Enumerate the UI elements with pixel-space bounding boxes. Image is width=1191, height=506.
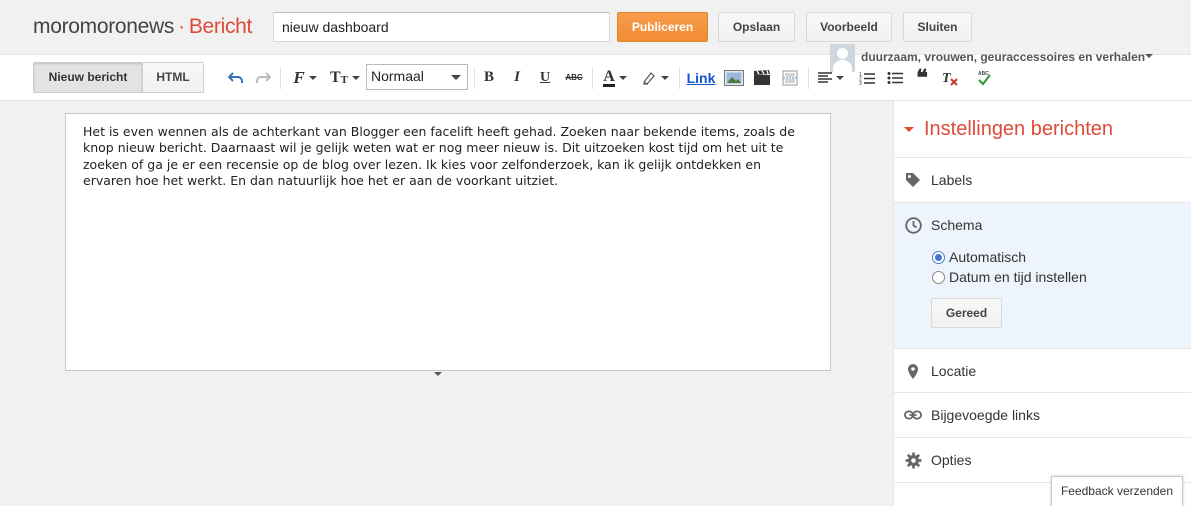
- settings-schedule-text: Schema: [931, 217, 983, 233]
- publish-button[interactable]: Publiceren: [617, 12, 708, 42]
- link-button[interactable]: Link: [686, 55, 716, 100]
- settings-schedule-header[interactable]: Schema: [894, 203, 1191, 247]
- send-feedback-button[interactable]: Feedback verzenden: [1051, 476, 1183, 506]
- gear-icon: [904, 451, 922, 469]
- resize-handle-icon[interactable]: [434, 372, 442, 376]
- paragraph-style-select[interactable]: Normaal: [366, 64, 468, 90]
- toolbar-separator: [808, 67, 809, 89]
- video-icon[interactable]: [751, 55, 773, 100]
- settings-labels[interactable]: Labels: [894, 157, 1191, 202]
- svg-text:3: 3: [859, 81, 862, 85]
- chevron-down-icon: [451, 75, 461, 80]
- clock-icon: [904, 216, 922, 234]
- post-editor[interactable]: Het is even wennen als de achterkant van…: [65, 113, 831, 371]
- strikethrough-icon[interactable]: ABC: [563, 55, 585, 100]
- jump-break-icon[interactable]: [779, 55, 801, 100]
- settings-labels-text: Labels: [931, 172, 973, 188]
- done-button[interactable]: Gereed: [931, 298, 1002, 328]
- collapse-triangle-icon: [904, 127, 914, 132]
- bold-icon[interactable]: B: [480, 55, 498, 100]
- mode-switch: Nieuw bericht HTML: [33, 62, 204, 93]
- schedule-custom-label: Datum en tijd instellen: [949, 269, 1087, 285]
- location-pin-icon: [904, 362, 922, 380]
- image-icon[interactable]: [723, 55, 745, 100]
- preview-button[interactable]: Voorbeeld: [806, 12, 892, 42]
- close-button[interactable]: Sluiten: [903, 12, 972, 42]
- page-name: Bericht: [188, 15, 253, 38]
- compose-mode-button[interactable]: Nieuw bericht: [34, 63, 142, 92]
- html-mode-button[interactable]: HTML: [142, 63, 203, 92]
- avatar[interactable]: [830, 44, 855, 72]
- post-settings-title-text: Instellingen berichten: [924, 118, 1114, 140]
- post-settings-panel: Instellingen berichten Labels Schema Aut…: [893, 101, 1191, 506]
- text-color-icon[interactable]: A: [599, 55, 631, 100]
- schedule-custom-radio[interactable]: [932, 270, 945, 284]
- undo-icon[interactable]: [226, 55, 246, 100]
- title-separator: ·: [178, 15, 185, 38]
- blog-name[interactable]: moromoronews: [33, 15, 174, 38]
- paragraph-style-value: Normaal: [371, 68, 424, 84]
- settings-location[interactable]: Locatie: [894, 348, 1191, 393]
- svg-text:T: T: [942, 71, 952, 86]
- font-family-icon[interactable]: F: [288, 55, 322, 100]
- settings-schedule: Schema Automatisch Datum en tijd instell…: [894, 202, 1191, 348]
- italic-icon[interactable]: I: [508, 55, 526, 100]
- settings-location-text: Locatie: [931, 363, 977, 379]
- toolbar-separator: [592, 67, 593, 89]
- highlight-icon[interactable]: [639, 55, 671, 100]
- link-chain-icon: [904, 406, 922, 424]
- post-title-input[interactable]: [273, 12, 610, 42]
- schedule-automatic-option[interactable]: Automatisch: [932, 247, 1191, 267]
- save-button[interactable]: Opslaan: [718, 12, 795, 42]
- post-body[interactable]: Het is even wennen als de achterkant van…: [66, 114, 830, 200]
- font-size-icon[interactable]: TT: [328, 55, 362, 100]
- post-settings-title[interactable]: Instellingen berichten: [904, 118, 1113, 141]
- underline-icon[interactable]: U: [536, 55, 554, 100]
- settings-links[interactable]: Bijgevoegde links: [894, 392, 1191, 437]
- tag-icon: [904, 171, 922, 189]
- schedule-custom-option[interactable]: Datum en tijd instellen: [932, 267, 1191, 287]
- settings-links-text: Bijgevoegde links: [931, 407, 1040, 423]
- toolbar-separator: [679, 67, 680, 89]
- toolbar-separator: [474, 67, 475, 89]
- user-name[interactable]: duurzaam, vrouwen, geuraccessoires en ve…: [861, 50, 1145, 64]
- settings-options-text: Opties: [931, 452, 972, 468]
- toolbar-separator: [280, 67, 281, 89]
- redo-icon[interactable]: [253, 55, 273, 100]
- user-account[interactable]: duurzaam, vrouwen, geuraccessoires en ve…: [830, 44, 1154, 72]
- blog-title: moromoronews · Bericht: [33, 15, 252, 39]
- schedule-automatic-radio[interactable]: [932, 250, 945, 264]
- schedule-automatic-label: Automatisch: [949, 249, 1027, 265]
- chevron-down-icon[interactable]: [1145, 54, 1154, 58]
